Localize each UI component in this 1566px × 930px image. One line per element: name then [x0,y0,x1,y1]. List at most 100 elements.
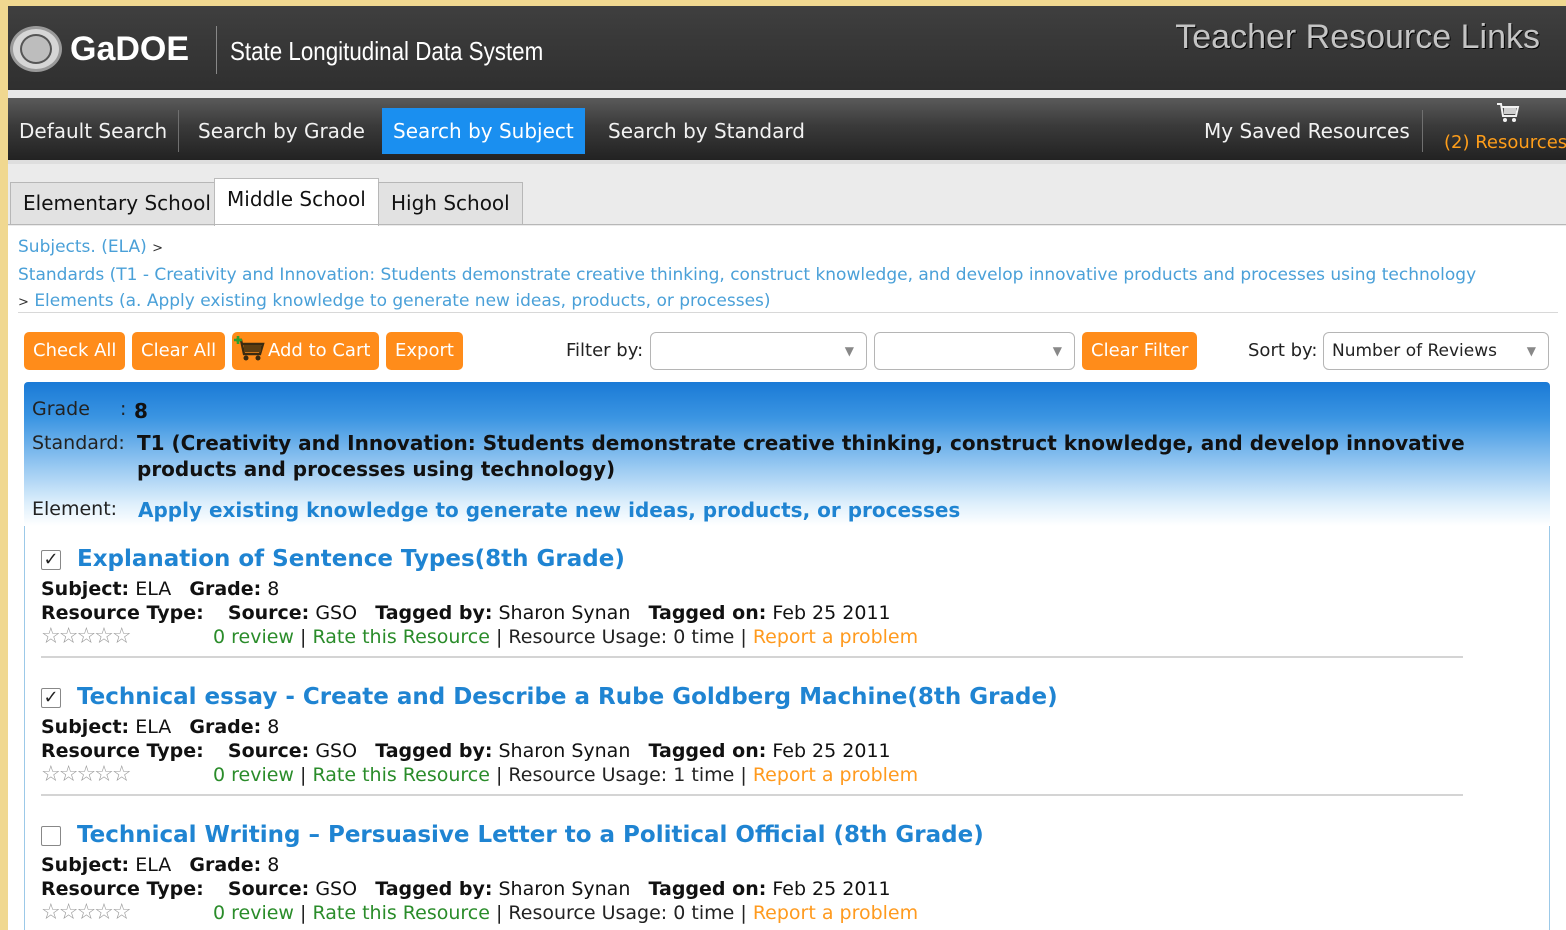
breadcrumb-separator: > [18,295,29,310]
action-separator: | [740,764,747,786]
clear-all-button[interactable]: Clear All [132,332,226,370]
tab-high-school[interactable]: High School [378,182,523,224]
report-problem-link[interactable]: Report a problem [753,764,918,786]
action-separator: | [300,626,307,648]
grade-label: Grade [32,398,90,420]
rate-resource-link[interactable]: Rate this Resource [312,764,489,786]
sort-select[interactable]: Number of Reviews ▼ [1323,332,1549,370]
tabs-baseline [8,224,1566,225]
nav-my-saved-resources[interactable]: My Saved Resources [1193,108,1421,154]
source-value: GSO [315,740,358,762]
action-separator: | [740,902,747,924]
star-rating[interactable]: ☆☆☆☆☆ [41,762,132,787]
shopping-cart-icon [1497,103,1520,122]
resource-title-link[interactable]: Technical essay - Create and Describe a … [77,684,1058,710]
nav-default-search[interactable]: Default Search [8,108,178,154]
app-window: GaDOE State Longitudinal Data System Tea… [8,6,1566,930]
action-separator: | [740,626,747,648]
add-to-cart-button[interactable]: Add to Cart [232,332,380,370]
breadcrumb-standards[interactable]: Standards (T1 - Creativity and Innovatio… [18,265,1476,285]
resource-subject-grade: Subject: ELA Grade: 8 [41,578,279,600]
resource-title-link[interactable]: Explanation of Sentence Types(8th Grade) [77,546,625,572]
tagged-on-value: Feb 25 2011 [772,740,891,762]
report-problem-link[interactable]: Report a problem [753,902,918,924]
grade-label: Grade: [189,854,262,876]
usage-value: 0 time [673,902,735,924]
export-button[interactable]: Export [386,332,463,370]
action-separator: | [300,764,307,786]
tagged-on-label: Tagged on: [648,878,767,900]
subject-value: ELA [135,854,172,876]
review-count-link[interactable]: 0 review [213,902,294,924]
chevron-down-icon: ▼ [844,344,854,358]
check-all-button[interactable]: Check All [24,332,126,370]
star-rating[interactable]: ☆☆☆☆☆ [41,624,132,649]
resource-details: Resource Type: Source: GSO Tagged by: Sh… [41,878,891,900]
list-item: Technical Writing – Persuasive Letter to… [41,808,1481,930]
tagged-by-label: Tagged by: [375,878,493,900]
resource-actions: 0 review | Rate this Resource | Resource… [213,626,918,648]
rate-resource-link[interactable]: Rate this Resource [312,626,489,648]
nav-search-by-standard[interactable]: Search by Standard [597,108,816,154]
chevron-down-icon: ▼ [1526,344,1536,358]
resource-type-label: Resource Type: [41,878,204,900]
subject-label: Subject: [41,716,130,738]
resource-checkbox[interactable] [41,826,61,846]
review-count-link[interactable]: 0 review [213,764,294,786]
breadcrumb-separator: > [152,241,164,256]
grade-label: Grade: [189,578,262,600]
resource-actions: 0 review | Rate this Resource | Resource… [213,902,918,924]
grade-colon: : [120,398,127,420]
usage-label: Resource Usage: [508,902,668,924]
filter-label: Filter by: [566,340,644,361]
item-divider [41,656,1463,658]
resource-checkbox[interactable]: ✓ [41,550,61,570]
resource-checkbox[interactable]: ✓ [41,688,61,708]
resource-type-label: Resource Type: [41,740,204,762]
tagged-on-label: Tagged on: [648,740,767,762]
rate-resource-link[interactable]: Rate this Resource [312,902,489,924]
resource-subject-grade: Subject: ELA Grade: 8 [41,716,279,738]
nav-search-by-subject[interactable]: Search by Subject [382,108,585,154]
action-separator: | [300,902,307,924]
resource-subject-grade: Subject: ELA Grade: 8 [41,854,279,876]
list-item: ✓ Explanation of Sentence Types(8th Grad… [41,532,1481,660]
filter-select-1[interactable]: ▼ [650,332,867,370]
action-separator: | [495,626,503,648]
subject-value: ELA [135,716,172,738]
tagged-on-value: Feb 25 2011 [772,602,891,624]
source-value: GSO [315,602,358,624]
resource-details: Resource Type: Source: GSO Tagged by: Sh… [41,602,891,624]
resource-title-link[interactable]: Technical Writing – Persuasive Letter to… [77,822,984,848]
grade-value: 8 [267,578,280,600]
nav-search-by-grade[interactable]: Search by Grade [187,108,376,154]
item-divider [41,794,1463,796]
resource-type-label: Resource Type: [41,602,204,624]
source-label: Source: [227,602,310,624]
review-count-link[interactable]: 0 review [213,626,294,648]
breadcrumb-elements[interactable]: Elements (a. Apply existing knowledge to… [34,291,770,311]
resource-details: Resource Type: Source: GSO Tagged by: Sh… [41,740,891,762]
tagged-by-value: Sharon Synan [498,878,631,900]
nav-divider [178,110,179,152]
grade-label: Grade: [189,716,262,738]
star-rating[interactable]: ☆☆☆☆☆ [41,900,132,925]
tagged-by-value: Sharon Synan [498,602,631,624]
cart-count: (2) Resources [1444,132,1566,153]
element-label: Element: [32,498,118,520]
tab-middle-school[interactable]: Middle School [214,178,379,226]
chevron-down-icon: ▼ [1052,344,1062,358]
cart-link[interactable]: (2) Resources [1436,98,1566,160]
nav-divider [1422,110,1423,152]
clear-filter-button[interactable]: Clear Filter [1082,332,1198,370]
add-to-cart-icon [234,336,265,361]
school-level-tabs: Elementary School Middle School High Sch… [8,164,1566,226]
tagged-by-label: Tagged by: [375,602,493,624]
tagged-on-label: Tagged on: [648,602,767,624]
tab-elementary-school[interactable]: Elementary School [10,182,224,224]
report-problem-link[interactable]: Report a problem [753,626,918,648]
breadcrumb-subjects[interactable]: Subjects. (ELA) [18,237,147,257]
usage-label: Resource Usage: [508,626,668,648]
filter-select-2[interactable]: ▼ [874,332,1075,370]
standard-label: Standard: [32,432,125,454]
